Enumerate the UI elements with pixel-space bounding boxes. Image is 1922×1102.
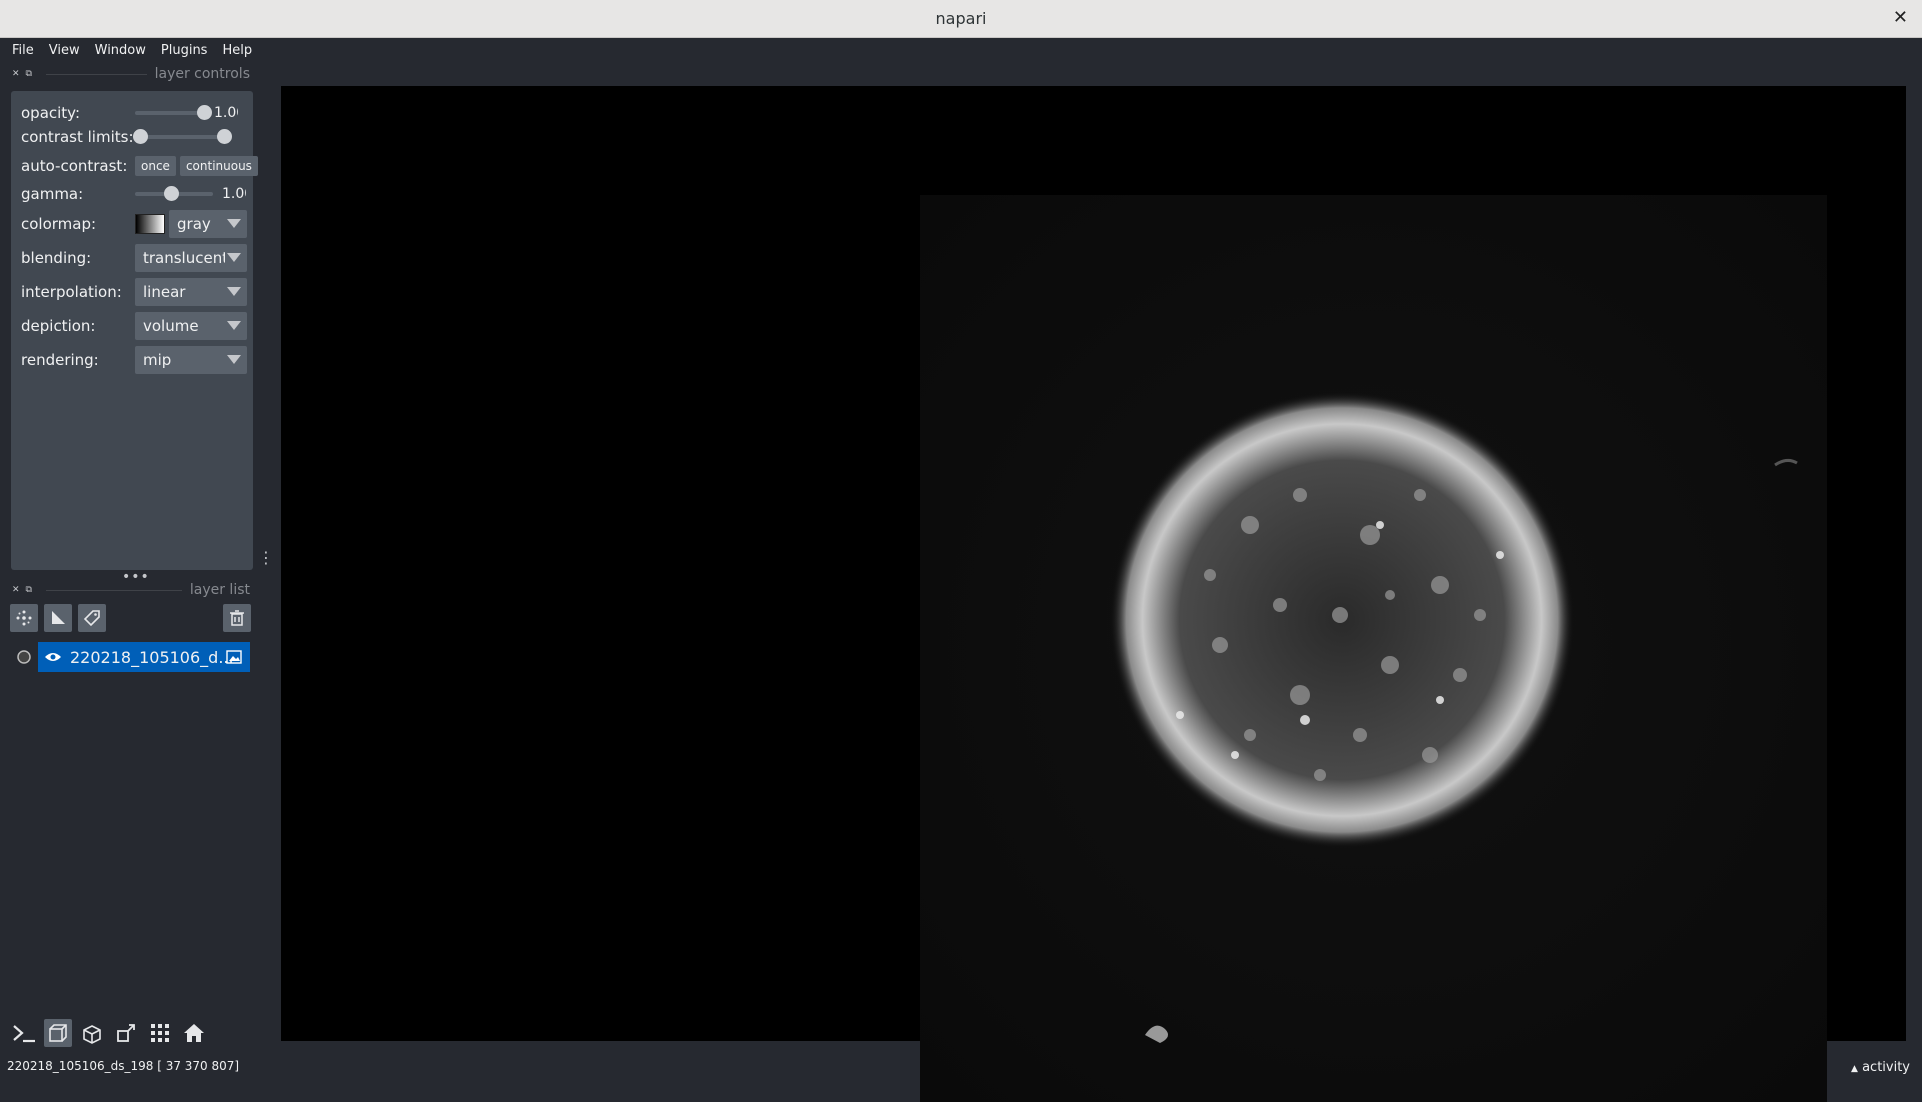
menu-plugins[interactable]: Plugins — [161, 43, 208, 58]
roll-dims-icon — [83, 1025, 101, 1044]
chevron-down-icon — [227, 253, 241, 262]
window-title: napari — [935, 9, 987, 28]
menu-window[interactable]: Window — [95, 43, 146, 58]
viewer-buttons — [10, 1019, 214, 1049]
console-button[interactable] — [10, 1019, 38, 1047]
new-labels-button[interactable] — [78, 604, 106, 632]
header-divider — [45, 73, 147, 75]
new-shapes-button[interactable] — [44, 604, 72, 632]
status-bar-text: 220218_105106_ds_198 [ 37 370 807] — [7, 1059, 240, 1073]
layer-thumbnail — [10, 642, 38, 672]
title-bar: napari ✕ — [0, 0, 1922, 38]
activity-button[interactable]: ▲ activity — [1851, 1060, 1910, 1075]
rendering-dropdown[interactable]: mip — [135, 346, 247, 374]
header-divider — [45, 589, 182, 591]
opacity-label: opacity: — [21, 104, 81, 122]
layer-controls-header: ✕ ⧉ layer controls — [12, 64, 250, 84]
auto-contrast-label: auto-contrast: — [21, 157, 128, 175]
interpolation-label: interpolation: — [21, 283, 122, 301]
float-dock-icon[interactable]: ⧉ — [26, 69, 32, 79]
eye-icon[interactable] — [44, 650, 62, 664]
layer-controls-title: layer controls — [154, 66, 250, 82]
blending-row: blending: translucent — [21, 244, 247, 272]
ndisplay-icon — [49, 1024, 67, 1042]
close-dock-icon[interactable]: ✕ — [12, 69, 20, 79]
layer-name: 220218_105106_d... — [70, 647, 234, 667]
rendering-row: rendering: mip — [21, 346, 247, 374]
rendering-value: mip — [143, 351, 172, 369]
gamma-slider[interactable] — [135, 186, 213, 201]
opacity-slider[interactable] — [135, 105, 212, 120]
close-icon[interactable]: ✕ — [1893, 7, 1908, 28]
interpolation-row: interpolation: linear — [21, 278, 247, 306]
grid-button[interactable] — [146, 1019, 174, 1047]
home-icon — [184, 1024, 204, 1042]
depiction-row: depiction: volume — [21, 312, 247, 340]
float-dock-icon[interactable]: ⧉ — [26, 585, 32, 595]
image-layer-icon — [226, 650, 242, 664]
chevron-up-icon: ▲ — [1851, 1064, 1858, 1074]
chevron-down-icon — [227, 219, 241, 228]
blending-dropdown[interactable]: translucent — [135, 244, 247, 272]
layer-list-header: ✕ ⧉ layer list — [12, 580, 250, 600]
rendering-label: rendering: — [21, 351, 99, 369]
depiction-dropdown[interactable]: volume — [135, 312, 247, 340]
activity-label: activity — [1862, 1060, 1910, 1075]
chevron-down-icon — [227, 287, 241, 296]
dock-splitter-handle[interactable]: ⋮ — [258, 548, 274, 567]
interpolation-value: linear — [143, 283, 186, 301]
opacity-handle[interactable] — [197, 105, 212, 120]
auto-contrast-once-button[interactable]: once — [135, 156, 176, 176]
colormap-row: colormap: gray — [21, 210, 247, 238]
contrast-min-handle[interactable] — [133, 129, 148, 144]
new-points-icon — [16, 610, 32, 626]
cell-image — [1072, 358, 1798, 1043]
delete-layer-icon — [230, 610, 244, 626]
colormap-preview — [135, 214, 165, 234]
roll-dims-button[interactable] — [78, 1019, 106, 1047]
new-labels-icon — [83, 610, 100, 627]
transpose-icon — [117, 1024, 135, 1042]
chevron-down-icon — [227, 355, 241, 364]
contrast-max-handle[interactable] — [217, 129, 232, 144]
image-layer-render — [920, 195, 1827, 1102]
menu-view[interactable]: View — [49, 43, 80, 58]
blending-value: translucent — [143, 249, 225, 267]
gamma-handle[interactable] — [164, 186, 179, 201]
chevron-down-icon — [227, 321, 241, 330]
contrast-limits-row: contrast limits: — [21, 123, 232, 151]
viewer-canvas[interactable] — [281, 86, 1906, 1102]
transpose-button[interactable] — [112, 1019, 140, 1047]
layer-selected-row[interactable]: 220218_105106_d... — [38, 642, 250, 672]
new-shapes-icon — [52, 611, 65, 624]
menu-file[interactable]: File — [12, 43, 34, 58]
depiction-label: depiction: — [21, 317, 96, 335]
layer-list-item[interactable]: 220218_105106_d... — [10, 642, 250, 672]
auto-contrast-row: auto-contrast: once continuous — [21, 152, 262, 180]
contrast-limits-label: contrast limits: — [21, 128, 134, 146]
gamma-value: 1.00 — [222, 186, 246, 202]
blending-label: blending: — [21, 249, 92, 267]
layer-controls-panel: opacity: 1.00 contrast limits: auto-cont… — [11, 91, 258, 570]
home-button[interactable] — [180, 1019, 208, 1047]
new-points-button[interactable] — [10, 604, 38, 632]
console-icon — [13, 1025, 35, 1043]
gamma-label: gamma: — [21, 185, 84, 203]
grid-icon — [151, 1024, 169, 1042]
colormap-dropdown[interactable]: gray — [169, 210, 247, 238]
auto-contrast-continuous-button[interactable]: continuous — [179, 156, 258, 176]
colormap-label: colormap: — [21, 215, 97, 233]
menu-bar: File View Window Plugins Help — [0, 38, 1922, 62]
opacity-value: 1.00 — [214, 105, 238, 121]
delete-layer-button[interactable] — [223, 604, 251, 632]
gamma-row: gamma: 1.00 — [21, 180, 246, 208]
depiction-value: volume — [143, 317, 199, 335]
layer-list-title: layer list — [189, 582, 250, 598]
ndisplay-button[interactable] — [44, 1019, 72, 1047]
menu-help[interactable]: Help — [222, 43, 252, 58]
close-dock-icon[interactable]: ✕ — [12, 585, 20, 595]
interpolation-dropdown[interactable]: linear — [135, 278, 247, 306]
contrast-limits-slider[interactable] — [133, 129, 232, 144]
